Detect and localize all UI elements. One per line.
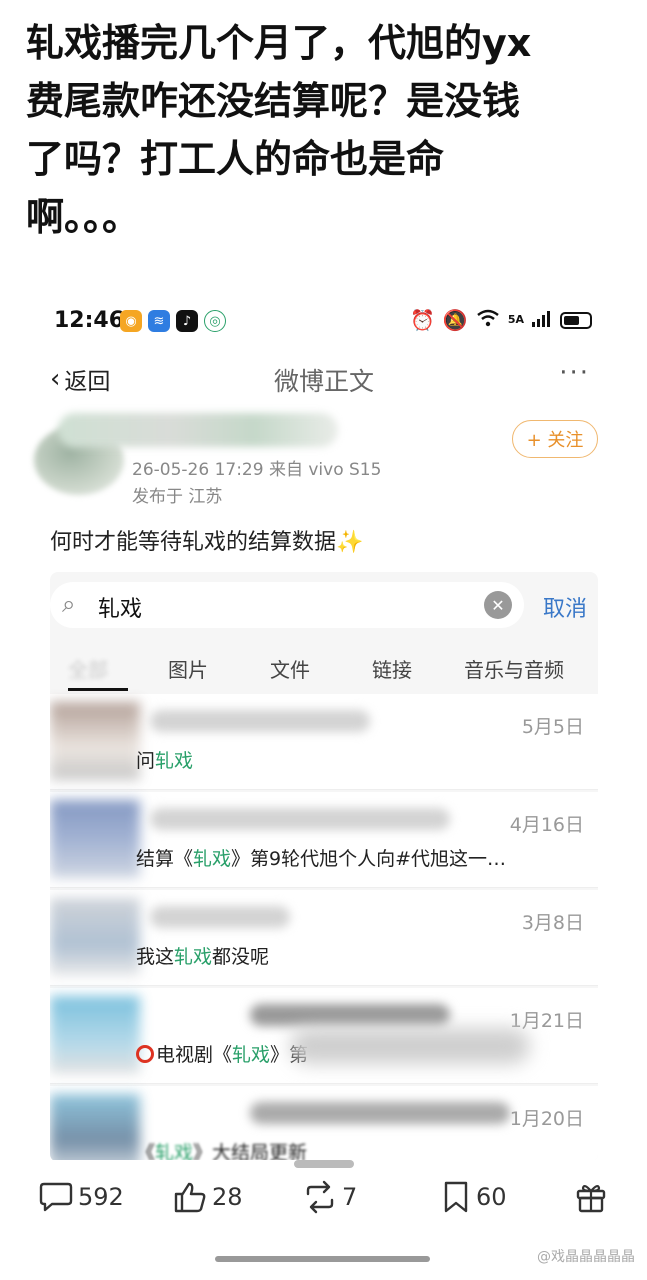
action-toolbar: 592 28 7 60 <box>0 1174 647 1224</box>
network-label: 5A <box>507 313 524 326</box>
status-app-icons: ◉ ≋ ♪ ◎ <box>120 310 226 332</box>
post-location: 发布于 江苏 <box>132 487 223 507</box>
result-snippet: 《轧戏》大结局更新 <box>136 1142 308 1160</box>
drag-handle[interactable] <box>294 1160 354 1168</box>
comment-count: 592 <box>78 1183 124 1211</box>
active-tab-indicator <box>68 688 128 691</box>
tab-all[interactable]: 全部 <box>68 654 108 683</box>
weibo-icon: ◉ <box>120 310 142 332</box>
signal-icon <box>532 308 552 332</box>
chevron-left-icon: ‹ <box>50 364 61 394</box>
like-count: 28 <box>212 1183 243 1211</box>
status-bar: 12:46 ◉ ≋ ♪ ◎ ⏰ 🔕 5A <box>28 290 620 350</box>
vpn-icon: ◎ <box>204 310 226 332</box>
search-screenshot-card: ⌕ 轧戏 ✕ 取消 全部 图片 文件 链接 音乐与音频 5月5日 问轧戏 4月1… <box>50 572 598 1160</box>
post-timestamp: 26-05-26 17:29 来自 vivo S15 <box>132 460 382 480</box>
list-item[interactable]: 4月16日 结算《轧戏》第9轮代旭个人向#代旭这一… <box>50 792 598 888</box>
result-snippet: 问轧戏 <box>136 750 194 772</box>
result-date: 1月21日 <box>509 1010 584 1032</box>
result-name-blurred <box>150 710 370 732</box>
wifi-icon <box>476 308 500 332</box>
favorite-button[interactable]: 60 <box>440 1180 507 1214</box>
headline: 轧戏播完几个月了，代旭的yx 费尾款咋还没结算呢？是没钱 了吗？打工人的命也是命… <box>26 21 532 239</box>
watermark: @戏晶晶晶晶晶 <box>537 1249 635 1265</box>
back-button[interactable]: ‹ 返回 <box>50 362 110 396</box>
gift-button[interactable] <box>574 1180 608 1214</box>
nav-bar: ‹ 返回 微博正文 ··· <box>28 352 620 402</box>
list-item[interactable]: 1月21日 电视剧《轧戏》第 <box>50 988 598 1084</box>
more-icon[interactable]: ··· <box>559 358 590 388</box>
result-snippet: 我这轧戏都没呢 <box>136 946 270 968</box>
gift-icon <box>576 1184 606 1213</box>
search-box[interactable]: ⌕ 轧戏 ✕ <box>50 582 524 628</box>
search-input[interactable]: 轧戏 <box>98 591 142 623</box>
result-name-blurred <box>150 906 290 928</box>
record-icon <box>136 1045 154 1063</box>
repost-count: 7 <box>342 1183 358 1211</box>
alarm-icon: ⏰ <box>410 308 435 332</box>
mute-icon: 🔕 <box>442 308 468 332</box>
repost-icon <box>306 1180 334 1214</box>
page-title: 微博正文 <box>273 367 374 396</box>
repost-button[interactable]: 7 <box>302 1180 357 1214</box>
blur-smear <box>290 1028 530 1064</box>
clear-icon[interactable]: ✕ <box>484 591 512 619</box>
result-name-blurred <box>250 1102 510 1124</box>
status-right: ⏰ 🔕 5A <box>410 308 592 332</box>
comment-button[interactable]: 592 <box>38 1180 124 1214</box>
list-item[interactable]: 1月20日 《轧戏》大结局更新 <box>50 1086 598 1160</box>
tab-music-audio[interactable]: 音乐与音频 <box>464 654 564 683</box>
post-header: 26-05-26 17:29 来自 vivo S15 发布于 江苏 + 关注 <box>28 405 620 515</box>
result-snippet: 电视剧《轧戏》第 <box>136 1040 308 1067</box>
result-name-blurred <box>250 1004 450 1026</box>
result-date: 4月16日 <box>509 814 584 836</box>
result-name-blurred <box>150 808 450 830</box>
follow-button[interactable]: + 关注 <box>512 420 598 458</box>
post-text: 何时才能等待轧戏的结算数据✨ <box>50 524 363 556</box>
post-text-content: 何时才能等待轧戏的结算数据 <box>50 530 337 555</box>
home-indicator[interactable] <box>215 1256 430 1262</box>
result-avatar <box>50 800 140 878</box>
magic-wand-icon: ✨ <box>336 530 364 555</box>
like-button[interactable]: 28 <box>172 1180 243 1214</box>
result-date: 3月8日 <box>521 912 584 934</box>
status-time: 12:46 <box>54 308 125 333</box>
result-avatar <box>50 996 140 1074</box>
bookmark-icon <box>444 1181 468 1213</box>
embedded-screenshot: 12:46 ◉ ≋ ♪ ◎ ⏰ 🔕 5A ‹ 返回 微博正文 ··· 26-05… <box>28 290 620 1160</box>
result-avatar <box>50 702 140 780</box>
thumbs-up-icon <box>174 1182 206 1213</box>
cancel-button[interactable]: 取消 <box>543 591 587 623</box>
result-tabs: 全部 图片 文件 链接 音乐与音频 <box>50 640 598 692</box>
comment-icon <box>39 1182 73 1212</box>
username-blurred[interactable] <box>58 413 338 447</box>
wifi-app-icon: ≋ <box>148 310 170 332</box>
favorite-count: 60 <box>476 1183 507 1211</box>
result-snippet: 结算《轧戏》第9轮代旭个人向#代旭这一… <box>136 848 507 870</box>
tab-files[interactable]: 文件 <box>270 654 310 683</box>
result-avatar <box>50 898 140 976</box>
result-avatar <box>50 1094 140 1160</box>
back-label: 返回 <box>64 369 111 395</box>
list-item[interactable]: 3月8日 我这轧戏都没呢 <box>50 890 598 986</box>
search-icon: ⌕ <box>62 590 76 618</box>
result-date: 5月5日 <box>521 716 584 738</box>
result-date: 1月20日 <box>509 1108 584 1130</box>
battery-icon <box>560 311 592 329</box>
tab-images[interactable]: 图片 <box>168 654 208 683</box>
list-item[interactable]: 5月5日 问轧戏 <box>50 694 598 790</box>
tiktok-icon: ♪ <box>176 310 198 332</box>
tab-links[interactable]: 链接 <box>372 654 412 683</box>
